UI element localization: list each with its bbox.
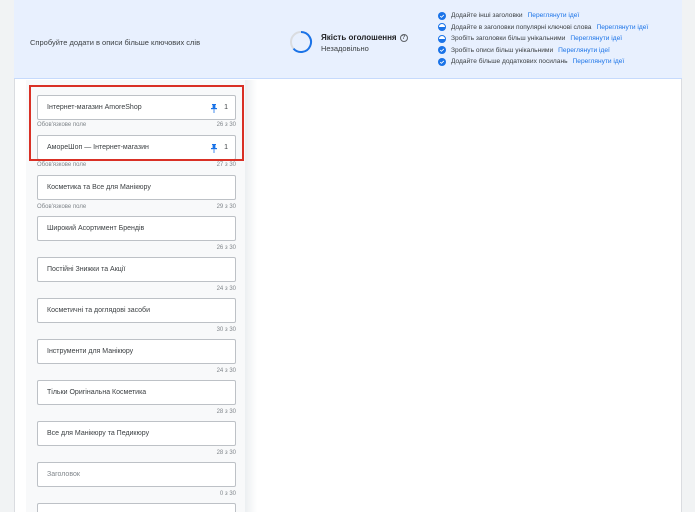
recommendation-text: Додайте в заголовки популярні ключові сл… bbox=[451, 23, 592, 31]
char-count: 28 з 30 bbox=[216, 409, 236, 415]
headline-input[interactable]: Косметичні та доглядові засоби bbox=[37, 298, 236, 323]
view-ideas-link[interactable]: Переглянути ідеї bbox=[558, 47, 610, 54]
char-count: 24 з 30 bbox=[216, 368, 236, 374]
recommendation-text: Зробіть описи більш унікальними bbox=[451, 46, 554, 54]
check-circle-icon bbox=[438, 46, 446, 55]
headline-text: Інструменти для Манікюру bbox=[47, 348, 134, 355]
recommendation-text: Додайте інші заголовки bbox=[451, 12, 523, 20]
char-count: 27 з 30 bbox=[216, 162, 236, 168]
half-circle-icon bbox=[438, 23, 446, 32]
recommendation-item: Зробіть описи більш унікальними Переглян… bbox=[438, 45, 678, 57]
view-ideas-link[interactable]: Переглянути ідеї bbox=[596, 24, 648, 31]
headline-text: Все для Манікюру та Педикюру bbox=[47, 430, 150, 437]
headline-text: Постійні Знижки та Акції bbox=[47, 266, 126, 273]
headline-meta: 0 з 30 bbox=[37, 491, 236, 497]
char-count: 29 з 30 bbox=[216, 204, 236, 210]
headline-meta: 24 з 30 bbox=[37, 368, 236, 374]
headline-meta: 26 з 30 bbox=[37, 245, 236, 251]
headline-input[interactable] bbox=[37, 503, 236, 512]
headline-input[interactable]: Косметика та Все для Манікюру bbox=[37, 175, 236, 200]
headline-input[interactable]: Все для Манікюру та Педикюру bbox=[37, 421, 236, 446]
headline-placeholder: Заголовок bbox=[47, 471, 80, 478]
char-count: 26 з 30 bbox=[216, 245, 236, 251]
headline-text: Тільки Оригінальна Косметика bbox=[47, 389, 147, 396]
headline-text: Широкий Асортимент Брендів bbox=[47, 225, 145, 232]
keyword-tip: Спробуйте додати в описи більше ключових… bbox=[30, 38, 201, 47]
view-ideas-link[interactable]: Переглянути ідеї bbox=[573, 58, 625, 65]
required-label: Обов'язкове поле bbox=[37, 204, 87, 210]
headline-input[interactable]: Широкий Асортимент Брендів bbox=[37, 216, 236, 241]
ad-strength-value: Незадовільно bbox=[321, 44, 369, 53]
ad-strength-title: Якість оголошення ? bbox=[321, 33, 408, 42]
char-count: 30 з 30 bbox=[216, 327, 236, 333]
headline-input[interactable]: Інструменти для Манікюру bbox=[37, 339, 236, 364]
headline-text: Косметичні та доглядові засоби bbox=[47, 307, 150, 314]
view-ideas-link[interactable]: Переглянути ідеї bbox=[570, 35, 622, 42]
half-circle-icon bbox=[438, 34, 446, 43]
ad-strength-title-text: Якість оголошення bbox=[321, 33, 397, 42]
pinned-headlines-highlight bbox=[29, 85, 244, 161]
recommendation-item: Додайте більше додаткових посилань Перег… bbox=[438, 56, 678, 68]
headline-meta: 28 з 30 bbox=[37, 409, 236, 415]
headline-input[interactable]: Тільки Оригінальна Косметика bbox=[37, 380, 236, 405]
headline-meta: 30 з 30 bbox=[37, 327, 236, 333]
recommendation-list: Додайте інші заголовки Переглянути ідеї … bbox=[438, 10, 678, 68]
required-label: Обов'язкове поле bbox=[37, 162, 87, 168]
help-icon[interactable]: ? bbox=[399, 33, 408, 42]
check-circle-icon bbox=[438, 57, 446, 66]
headline-text: Косметика та Все для Манікюру bbox=[47, 184, 151, 191]
char-count: 28 з 30 bbox=[216, 450, 236, 456]
headline-meta: Обов'язкове поле 29 з 30 bbox=[37, 204, 236, 210]
char-count: 0 з 30 bbox=[219, 491, 236, 497]
recommendation-text: Зробіть заголовки більш унікальними bbox=[451, 35, 566, 43]
panel-divider bbox=[245, 80, 257, 512]
ad-strength-ring-icon bbox=[290, 31, 312, 53]
headline-input[interactable]: Постійні Знижки та Акції bbox=[37, 257, 236, 282]
recommendation-item: Додайте в заголовки популярні ключові сл… bbox=[438, 22, 678, 34]
view-ideas-link[interactable]: Переглянути ідеї bbox=[528, 12, 580, 19]
headline-meta: 24 з 30 bbox=[37, 286, 236, 292]
recommendation-text: Додайте більше додаткових посилань bbox=[451, 58, 568, 66]
headline-meta: Обов'язкове поле 27 з 30 bbox=[37, 162, 236, 168]
recommendation-item: Зробіть заголовки більш унікальними Пере… bbox=[438, 33, 678, 45]
check-circle-icon bbox=[438, 11, 446, 20]
headline-input[interactable]: Заголовок bbox=[37, 462, 236, 487]
recommendation-item: Додайте інші заголовки Переглянути ідеї bbox=[438, 10, 678, 22]
headline-meta: 28 з 30 bbox=[37, 450, 236, 456]
char-count: 24 з 30 bbox=[216, 286, 236, 292]
